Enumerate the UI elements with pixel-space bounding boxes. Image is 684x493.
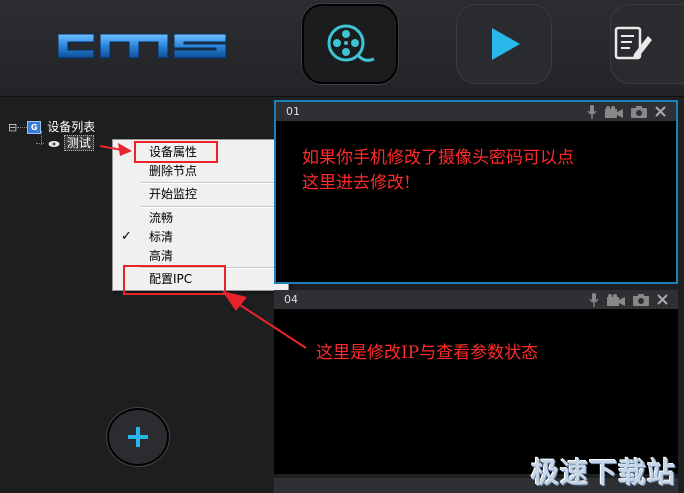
tree-root-node[interactable]: ⊟ G 设备列表 xyxy=(8,118,95,135)
menu-separator xyxy=(141,182,284,184)
camera-device-icon xyxy=(48,140,60,147)
tree-connector xyxy=(36,143,44,144)
pane-number: 04 xyxy=(284,293,298,306)
annotation-bottom-text: 这里是修改IP与查看参数状态 xyxy=(316,343,539,363)
edit-document-icon xyxy=(614,26,652,60)
tree-node-device[interactable]: 测试 xyxy=(36,134,94,151)
collapse-toggle-icon[interactable]: ⊟ xyxy=(8,122,17,133)
plus-icon xyxy=(128,427,148,447)
annotation-top: 如果你手机修改了摄像头密码可以点 这里进去修改! xyxy=(302,146,574,196)
close-icon[interactable] xyxy=(655,106,666,117)
video-record-icon[interactable] xyxy=(607,293,625,306)
tree-connector xyxy=(17,127,28,128)
pane-header: 04 xyxy=(274,290,678,309)
menu-item-stream-hd[interactable]: 高清 xyxy=(149,247,173,265)
pane-controls xyxy=(589,292,668,307)
film-reel-icon xyxy=(327,24,375,62)
annotation-top-line1: 如果你手机修改了摄像头密码可以点 xyxy=(302,148,574,168)
pane-header: 01 xyxy=(276,102,676,121)
top-toolbar xyxy=(0,0,684,97)
menu-item-stream-sd[interactable]: 标清 xyxy=(149,228,173,246)
annotation-bottom: 这里是修改IP与查看参数状态 xyxy=(316,341,538,366)
device-group-icon: G xyxy=(27,121,42,134)
menu-item-start-monitoring[interactable]: 开始监控 xyxy=(149,185,197,203)
cms-logo xyxy=(57,33,227,59)
nav-button-playback[interactable] xyxy=(456,4,552,84)
checkmark-icon: ✓ xyxy=(121,229,132,244)
menu-item-stream-smooth[interactable]: 流畅 xyxy=(149,209,173,227)
window-edge xyxy=(678,97,684,493)
highlight-box-configure-ipc xyxy=(123,265,226,295)
microphone-icon[interactable] xyxy=(587,104,597,119)
snapshot-camera-icon[interactable] xyxy=(633,293,649,306)
close-icon[interactable] xyxy=(657,294,668,305)
video-pane-04[interactable]: 04 xyxy=(274,290,678,474)
nav-button-config[interactable] xyxy=(610,4,684,84)
annotation-top-line2: 这里进去修改! xyxy=(302,173,411,193)
tree-node-label: 测试 xyxy=(63,135,94,151)
nav-button-monitor[interactable] xyxy=(302,4,398,84)
pane-number: 01 xyxy=(286,105,300,118)
play-icon xyxy=(492,28,520,60)
highlight-box-properties xyxy=(134,141,218,163)
watermark: 极速下载站 xyxy=(530,456,676,489)
pane-controls xyxy=(587,104,666,119)
menu-item-delete-node[interactable]: 删除节点 xyxy=(149,162,197,180)
video-record-icon[interactable] xyxy=(605,105,623,118)
tree-root-label: 设备列表 xyxy=(47,120,96,134)
add-device-button[interactable] xyxy=(107,408,169,466)
menu-separator xyxy=(141,206,284,208)
microphone-icon[interactable] xyxy=(589,292,599,307)
snapshot-camera-icon[interactable] xyxy=(631,105,647,118)
